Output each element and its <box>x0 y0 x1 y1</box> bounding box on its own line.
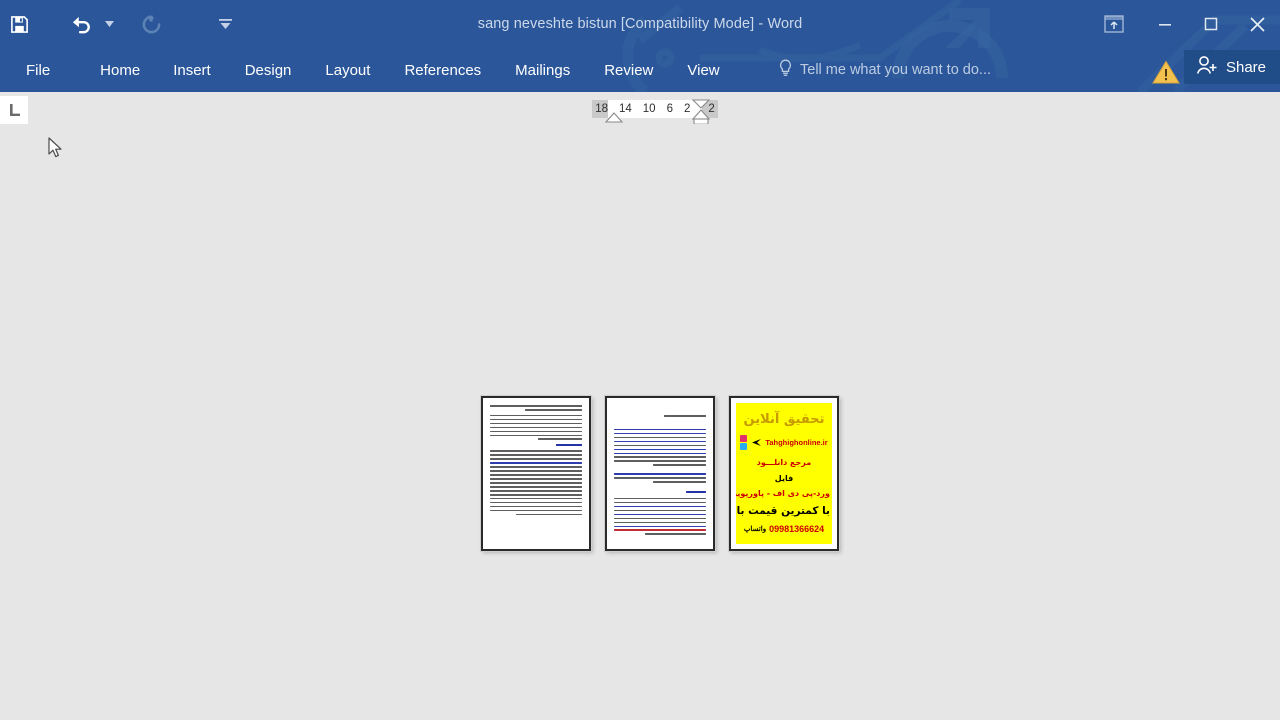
tab-stop-selector-button[interactable] <box>0 96 28 124</box>
page-thumbnails: تحقیق آنلاین Tahghighonline.ir مرجع دانل… <box>481 396 839 551</box>
ad-site-row: Tahghighonline.ir <box>738 434 830 452</box>
tab-view[interactable]: View <box>675 48 731 92</box>
instagram-icon <box>740 435 748 443</box>
tab-design[interactable]: Design <box>233 48 304 92</box>
horizontal-ruler-numbers: 18 14 10 6 2 2 <box>595 103 715 115</box>
ribbon-tabs: File Home Insert Design Layout Reference… <box>0 48 732 92</box>
advertisement-content: تحقیق آنلاین Tahghighonline.ir مرجع دانل… <box>736 403 832 544</box>
paragraph <box>614 497 706 536</box>
document-canvas[interactable]: تحقیق آنلاین Tahghighonline.ir مرجع دانل… <box>0 124 1280 720</box>
undo-dropdown-icon[interactable] <box>100 4 118 44</box>
blue-heading <box>685 490 706 493</box>
tab-review[interactable]: Review <box>592 48 665 92</box>
paragraph <box>614 415 706 417</box>
tell-me-label: Tell me what you want to do... <box>800 62 992 78</box>
telegram-icon <box>740 443 748 451</box>
page-1-content <box>490 405 582 542</box>
maximize-button[interactable] <box>1188 0 1234 48</box>
ad-price-line: با کمترین قیمت بازار <box>736 504 830 517</box>
hruler-num: 2 <box>708 103 715 115</box>
customize-qat-icon[interactable] <box>216 4 234 44</box>
paragraph <box>490 405 582 411</box>
tab-home[interactable]: Home <box>88 48 152 92</box>
lightbulb-icon <box>778 59 793 81</box>
page-2-content <box>614 405 706 542</box>
tab-layout[interactable]: Layout <box>313 48 382 92</box>
quick-access-toolbar <box>0 0 234 48</box>
paragraph <box>614 473 706 483</box>
arrow-icon <box>750 434 762 452</box>
blue-heading <box>556 444 582 447</box>
tab-references[interactable]: References <box>392 48 493 92</box>
document-page-3[interactable]: تحقیق آنلاین Tahghighonline.ir مرجع دانل… <box>729 396 839 551</box>
paragraph <box>490 450 582 516</box>
tell-me-search[interactable]: Tell me what you want to do... <box>778 48 991 92</box>
minimize-button[interactable] <box>1142 0 1188 48</box>
hruler-num: 14 <box>618 103 632 115</box>
ad-title: تحقیق آنلاین <box>743 412 825 428</box>
ad-file-line: فایل <box>774 473 794 483</box>
redo-icon <box>132 4 170 44</box>
close-button[interactable] <box>1234 0 1280 48</box>
share-person-icon <box>1196 55 1218 79</box>
ad-whatsapp-label: واتساپ <box>743 525 767 533</box>
paragraph <box>490 414 582 441</box>
ribbon-display-options-icon[interactable] <box>1086 0 1142 48</box>
hruler-num: 10 <box>642 103 656 115</box>
document-page-1[interactable] <box>481 396 591 551</box>
ad-website: Tahghighonline.ir <box>765 438 828 448</box>
hruler-num: 18 <box>595 103 608 115</box>
share-label: Share <box>1225 58 1266 76</box>
undo-icon[interactable] <box>62 4 100 44</box>
ad-formats-line: ورد-پی دی اف - پاورپوینت <box>736 489 830 499</box>
ad-social-icons <box>740 435 748 451</box>
warning-icon[interactable] <box>1152 60 1180 90</box>
title-bar: sang neveshte bistun [Compatibility Mode… <box>0 0 1280 48</box>
ad-marja-line: مرجع دانلـــود <box>756 458 812 468</box>
ad-phone-number: 09981366624 <box>769 523 825 534</box>
save-icon[interactable] <box>0 4 38 44</box>
ribbon-tab-bar: File Home Insert Design Layout Reference… <box>0 48 1280 92</box>
window-controls <box>1086 0 1280 48</box>
paragraph <box>614 428 706 467</box>
document-page-2[interactable] <box>605 396 715 551</box>
ad-phone-row: 09981366624 واتساپ <box>738 524 830 534</box>
tab-file[interactable]: File <box>0 48 64 92</box>
share-button[interactable]: Share <box>1183 50 1280 84</box>
tab-mailings[interactable]: Mailings <box>503 48 582 92</box>
tab-insert[interactable]: Insert <box>161 48 223 92</box>
hruler-num: 2 <box>683 103 691 115</box>
hruler-num: 6 <box>666 103 673 115</box>
